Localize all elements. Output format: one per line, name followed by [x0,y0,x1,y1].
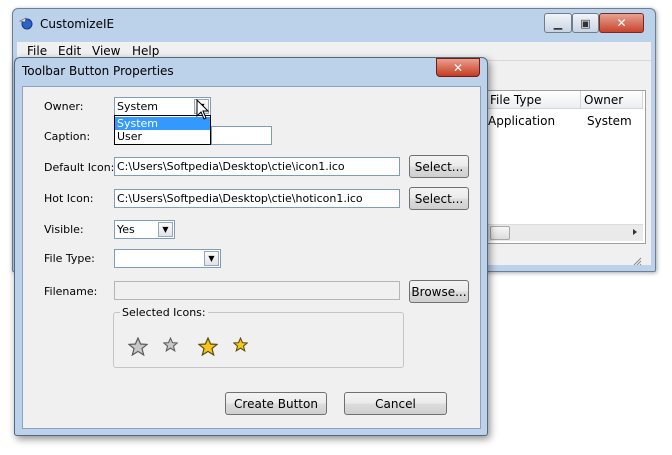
selected-icons-label: Selected Icons: [120,306,208,319]
filename-label: Filename: [44,285,98,298]
owner-label: Owner: [44,100,84,113]
list-cell-file-type[interactable]: Application [488,114,555,128]
browse-button[interactable]: Browse... [409,280,469,303]
menu-view[interactable]: View [92,44,120,58]
hot-icon-input[interactable]: C:\Users\Softpedia\Desktop\ctie\hoticon1… [114,189,400,208]
create-button[interactable]: Create Button [225,392,327,415]
list-cell-owner[interactable]: System [587,114,632,128]
visible-dropdown-button[interactable]: ▼ [158,222,173,237]
close-icon: ✕ [616,16,627,30]
gold-star-small-icon [233,337,248,352]
dialog-title: Toolbar Button Properties [22,64,174,78]
chevron-down-icon: ▼ [208,254,215,263]
restore-button[interactable]: ▣ [572,13,599,33]
chevron-down-icon: ▼ [162,225,169,234]
dialog-close-button[interactable]: ✕ [436,58,480,77]
caption-input[interactable] [211,126,272,145]
hot-icon-label: Hot Icon: [44,192,94,205]
file-type-dropdown-button[interactable]: ▼ [204,251,219,266]
visible-value: Yes [117,223,135,236]
window-title: CustomizeIE [40,17,115,31]
cancel-button[interactable]: Cancel [344,392,447,415]
default-icon-select-button[interactable]: Select... [409,155,469,178]
default-icon-label: Default Icon: [44,161,115,174]
gray-star-small-icon [163,337,178,352]
minimize-icon: ▁ [553,16,563,30]
close-icon: ✕ [452,60,464,75]
caption-label: Caption: [44,130,91,143]
visible-label: Visible: [44,223,84,236]
file-type-label: File Type: [44,252,95,265]
scroll-right-icon[interactable] [631,228,639,236]
scrollbar-thumb[interactable] [490,226,510,240]
horizontal-scrollbar[interactable] [487,224,643,241]
gray-star-large-icon [128,337,148,356]
mouse-cursor-icon [196,99,210,120]
owner-value: System [117,100,159,113]
resize-grip-icon[interactable] [632,256,642,266]
restore-icon: ▣ [580,16,591,30]
column-header-file-type[interactable]: File Type [487,91,581,109]
menu-file[interactable]: File [27,44,47,58]
column-header-owner[interactable]: Owner [581,91,643,109]
app-icon [19,17,33,30]
minimize-button[interactable]: ▁ [544,13,572,33]
menu-help[interactable]: Help [132,44,159,58]
gold-star-large-icon [198,337,218,356]
close-button[interactable]: ✕ [599,13,644,33]
hot-icon-select-button[interactable]: Select... [409,187,469,210]
selected-icons-group [113,312,404,368]
filename-input[interactable] [114,281,400,300]
default-icon-input[interactable]: C:\Users\Softpedia\Desktop\ctie\icon1.ic… [114,157,400,176]
menu-edit[interactable]: Edit [58,44,81,58]
owner-option-user[interactable]: User [115,130,210,143]
